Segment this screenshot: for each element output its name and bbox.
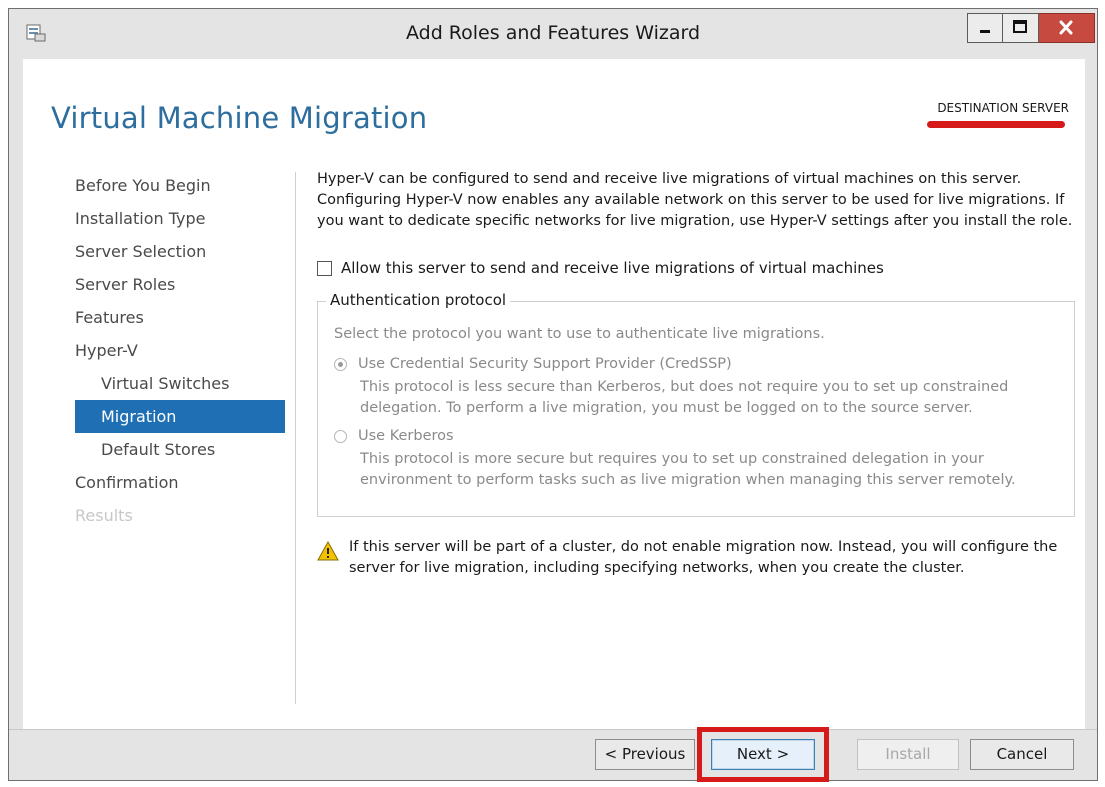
nav-item-installation-type[interactable]: Installation Type (23, 202, 293, 235)
credssp-description: This protocol is less secure than Kerber… (360, 377, 1060, 419)
nav-item-hyper-v[interactable]: Hyper-V (23, 334, 293, 367)
warning-icon (317, 541, 339, 561)
nav-divider (295, 172, 296, 704)
allow-live-migration-option[interactable]: Allow this server to send and receive li… (317, 259, 884, 277)
red-underline-annotation (927, 121, 1065, 128)
credssp-option: Use Credential Security Support Provider… (334, 356, 732, 372)
warning-line: server for live migration, including spe… (349, 560, 965, 576)
nav-item-features[interactable]: Features (23, 301, 293, 334)
minimize-icon (980, 30, 990, 33)
maximize-button[interactable] (1003, 13, 1039, 43)
nav-item-before-you-begin[interactable]: Before You Begin (23, 169, 293, 202)
maximize-icon (1013, 20, 1027, 33)
nav-item-results: Results (75, 506, 133, 525)
kerberos-description: This protocol is more secure but require… (360, 449, 1060, 491)
nav-item-server-selection[interactable]: Server Selection (23, 235, 293, 268)
nav-item-default-stores[interactable]: Default Stores (23, 433, 293, 466)
nav-item-confirmation[interactable]: Confirmation (23, 466, 293, 499)
intro-line: you want to dedicate specific networks f… (317, 213, 1073, 229)
kerberos-radio (334, 429, 347, 443)
nav-item-virtual-switches[interactable]: Virtual Switches (23, 367, 293, 400)
kerberos-desc-line: This protocol is more secure but require… (360, 451, 984, 467)
window-title: Add Roles and Features Wizard (405, 22, 701, 44)
title-bar: Add Roles and Features Wizard (9, 9, 1097, 59)
wizard-window: Add Roles and Features Wizard Virtual Ma… (8, 8, 1098, 782)
kerberos-option: Use Kerberos (334, 428, 454, 444)
close-icon (1059, 20, 1073, 35)
minimize-button[interactable] (967, 13, 1003, 43)
kerberos-desc-line: environment to perform tasks such as liv… (360, 472, 1016, 488)
wizard-nav: Before You Begin Installation Type Serve… (23, 169, 293, 532)
allow-live-migration-checkbox[interactable] (317, 260, 332, 276)
previous-button[interactable]: < Previous (595, 739, 695, 770)
credssp-desc-line: This protocol is less secure than Kerber… (360, 379, 1009, 395)
intro-line: Configuring Hyper-V now enables any avai… (317, 192, 1065, 208)
cancel-button[interactable]: Cancel (970, 739, 1074, 770)
allow-live-migration-label[interactable]: Allow this server to send and receive li… (341, 259, 884, 277)
credssp-label: Use Credential Security Support Provider… (358, 356, 732, 372)
authentication-protocol-group: Authentication protocol Select the proto… (317, 291, 1075, 517)
wizard-client-area: Virtual Machine Migration DESTINATION SE… (23, 59, 1085, 729)
intro-line: Hyper-V can be configured to send and re… (317, 171, 1022, 187)
cluster-warning: If this server will be part of a cluster… (317, 537, 1069, 579)
warning-text: If this server will be part of a cluster… (349, 537, 1069, 579)
next-button-highlight-annotation (697, 727, 829, 782)
nav-item-server-roles[interactable]: Server Roles (23, 268, 293, 301)
warning-line: If this server will be part of a cluster… (349, 539, 1058, 555)
footer-divider (9, 729, 1097, 730)
kerberos-label: Use Kerberos (358, 428, 454, 444)
credssp-desc-line: delegation. To perform a live migration,… (360, 400, 973, 416)
nav-item-migration[interactable]: Migration (75, 400, 285, 433)
destination-server-label: DESTINATION SERVER (937, 101, 1069, 115)
close-button[interactable] (1039, 13, 1095, 43)
intro-text: Hyper-V can be configured to send and re… (317, 169, 1077, 232)
credssp-radio (334, 357, 347, 371)
install-button: Install (857, 739, 959, 770)
group-legend: Authentication protocol (326, 291, 511, 309)
page-title: Virtual Machine Migration (51, 101, 428, 135)
migration-settings: Hyper-V can be configured to send and re… (317, 169, 1077, 576)
auth-description: Select the protocol you want to use to a… (334, 326, 825, 342)
